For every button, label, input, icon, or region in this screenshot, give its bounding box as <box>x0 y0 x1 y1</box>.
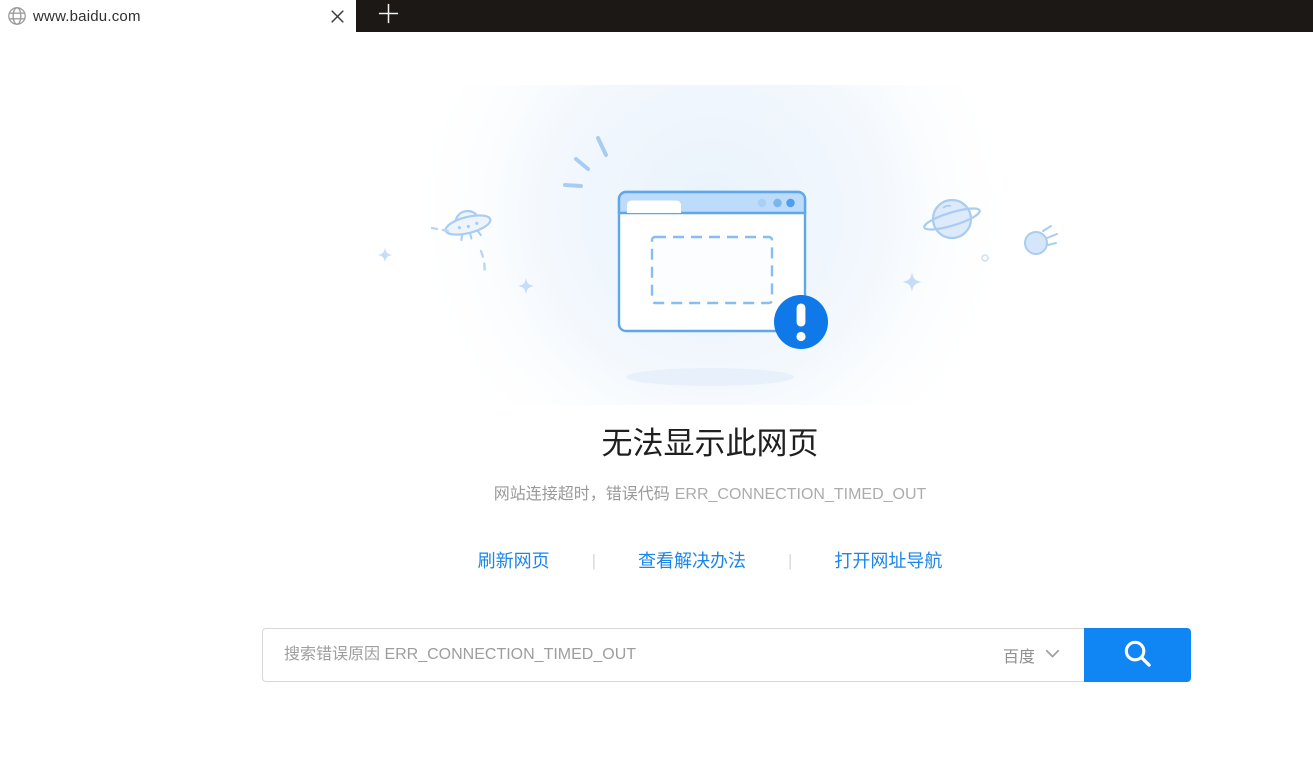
view-solutions-link[interactable]: 查看解决办法 <box>638 548 746 574</box>
search-box: 百度 <box>262 628 1084 682</box>
action-links: 刷新网页 | 查看解决办法 | 打开网址导航 <box>355 548 1065 574</box>
error-subtitle: 网站连接超时，错误代码 ERR_CONNECTION_TIMED_OUT <box>305 484 1115 506</box>
search-button[interactable] <box>1084 628 1191 682</box>
search-engine-label: 百度 <box>1003 643 1035 667</box>
search-engine-selector[interactable]: 百度 <box>1003 629 1060 681</box>
tab-bar: www.baidu.com <box>0 0 1313 32</box>
refresh-page-link[interactable]: 刷新网页 <box>478 548 550 574</box>
search-icon <box>1122 638 1153 672</box>
plus-icon <box>377 2 400 30</box>
error-code: ERR_CONNECTION_TIMED_OUT <box>675 486 927 503</box>
error-subtitle-text: 网站连接超时，错误代码 <box>494 486 670 503</box>
search-input[interactable] <box>263 629 1084 681</box>
alert-exclamation-icon <box>774 295 828 349</box>
tab-bar-background <box>356 0 1313 32</box>
browser-tab[interactable]: www.baidu.com <box>0 0 356 32</box>
globe-icon <box>7 6 27 26</box>
chevron-down-icon <box>1045 646 1060 664</box>
ground-shadow <box>626 368 794 386</box>
error-illustration <box>360 85 1100 405</box>
open-site-navigation-link[interactable]: 打开网址导航 <box>834 548 942 574</box>
error-search-bar: 百度 <box>262 628 1191 682</box>
browser-window: www.baidu.com <box>0 0 1313 775</box>
close-icon[interactable] <box>324 3 350 29</box>
error-title: 无法显示此网页 <box>355 424 1065 464</box>
new-tab-button[interactable] <box>376 4 400 28</box>
tab-title: www.baidu.com <box>33 8 324 25</box>
link-separator: | <box>592 548 596 574</box>
link-separator: | <box>788 548 792 574</box>
